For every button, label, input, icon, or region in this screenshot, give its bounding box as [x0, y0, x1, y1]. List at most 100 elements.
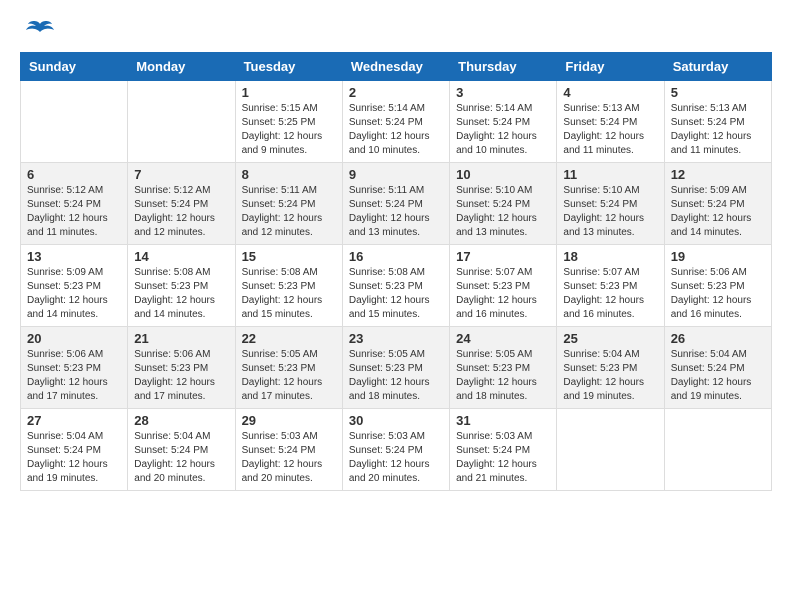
day-info: Sunrise: 5:12 AMSunset: 5:24 PMDaylight:… [27, 184, 121, 240]
calendar-cell: 30 Sunrise: 5:03 AMSunset: 5:24 PMDayligh… [342, 409, 449, 491]
day-number: 11 [563, 167, 657, 182]
day-info: Sunrise: 5:05 AMSunset: 5:23 PMDaylight:… [349, 348, 443, 404]
day-number: 24 [456, 331, 550, 346]
day-info: Sunrise: 5:14 AMSunset: 5:24 PMDaylight:… [349, 102, 443, 158]
day-number: 3 [456, 85, 550, 100]
calendar-cell: 1Sunrise: 5:15 AMSunset: 5:25 PMDaylight… [235, 81, 342, 163]
day-number: 19 [671, 249, 765, 264]
day-number: 13 [27, 249, 121, 264]
calendar-cell: 7Sunrise: 5:12 AMSunset: 5:24 PMDaylight… [128, 163, 235, 245]
day-number: 9 [349, 167, 443, 182]
day-info: Sunrise: 5:13 AMSunset: 5:24 PMDaylight:… [563, 102, 657, 158]
calendar-cell: 12 Sunrise: 5:09 AMSunset: 5:24 PMDayligh… [664, 163, 771, 245]
day-number: 17 [456, 249, 550, 264]
calendar-table: SundayMondayTuesdayWednesdayThursdayFrid… [20, 52, 772, 491]
calendar-cell: 16 Sunrise: 5:08 AMSunset: 5:23 PMDayligh… [342, 245, 449, 327]
day-number: 6 [27, 167, 121, 182]
day-number: 25 [563, 331, 657, 346]
calendar-cell [128, 81, 235, 163]
day-info: Sunrise: 5:13 AMSunset: 5:24 PMDaylight:… [671, 102, 765, 158]
calendar-cell: 29 Sunrise: 5:03 AMSunset: 5:24 PMDayligh… [235, 409, 342, 491]
day-info: Sunrise: 5:04 AMSunset: 5:24 PMDaylight:… [671, 348, 765, 404]
day-info: Sunrise: 5:09 AMSunset: 5:23 PMDaylight:… [27, 266, 121, 322]
day-info: Sunrise: 5:04 AMSunset: 5:24 PMDaylight:… [27, 430, 121, 486]
calendar-header-wednesday: Wednesday [342, 53, 449, 81]
day-info: Sunrise: 5:03 AMSunset: 5:24 PMDaylight:… [242, 430, 336, 486]
day-number: 22 [242, 331, 336, 346]
calendar-cell: 27 Sunrise: 5:04 AMSunset: 5:24 PMDayligh… [21, 409, 128, 491]
calendar-cell: 23 Sunrise: 5:05 AMSunset: 5:23 PMDayligh… [342, 327, 449, 409]
day-info: Sunrise: 5:12 AMSunset: 5:24 PMDaylight:… [134, 184, 228, 240]
calendar-cell: 10 Sunrise: 5:10 AMSunset: 5:24 PMDayligh… [450, 163, 557, 245]
day-number: 5 [671, 85, 765, 100]
calendar-header-tuesday: Tuesday [235, 53, 342, 81]
day-number: 23 [349, 331, 443, 346]
calendar-cell: 20Sunrise: 5:06 AMSunset: 5:23 PMDayligh… [21, 327, 128, 409]
logo-bird-icon [26, 20, 54, 42]
day-number: 21 [134, 331, 228, 346]
day-number: 1 [242, 85, 336, 100]
calendar-cell: 28 Sunrise: 5:04 AMSunset: 5:24 PMDayligh… [128, 409, 235, 491]
day-number: 28 [134, 413, 228, 428]
calendar-cell: 9Sunrise: 5:11 AMSunset: 5:24 PMDaylight… [342, 163, 449, 245]
day-info: Sunrise: 5:06 AMSunset: 5:23 PMDaylight:… [671, 266, 765, 322]
calendar-cell: 15 Sunrise: 5:08 AMSunset: 5:23 PMDayligh… [235, 245, 342, 327]
day-info: Sunrise: 5:05 AMSunset: 5:23 PMDaylight:… [456, 348, 550, 404]
day-info: Sunrise: 5:07 AMSunset: 5:23 PMDaylight:… [563, 266, 657, 322]
calendar-cell: 6 Sunrise: 5:12 AMSunset: 5:24 PMDaylight… [21, 163, 128, 245]
day-info: Sunrise: 5:07 AMSunset: 5:23 PMDaylight:… [456, 266, 550, 322]
day-number: 26 [671, 331, 765, 346]
calendar-cell: 17 Sunrise: 5:07 AMSunset: 5:23 PMDayligh… [450, 245, 557, 327]
day-number: 8 [242, 167, 336, 182]
day-info: Sunrise: 5:08 AMSunset: 5:23 PMDaylight:… [134, 266, 228, 322]
calendar-header-monday: Monday [128, 53, 235, 81]
calendar-cell: 8 Sunrise: 5:11 AMSunset: 5:24 PMDaylight… [235, 163, 342, 245]
page-header [20, 20, 772, 42]
day-number: 31 [456, 413, 550, 428]
day-number: 14 [134, 249, 228, 264]
day-number: 4 [563, 85, 657, 100]
day-info: Sunrise: 5:10 AMSunset: 5:24 PMDaylight:… [456, 184, 550, 240]
calendar-cell [21, 81, 128, 163]
day-info: Sunrise: 5:08 AMSunset: 5:23 PMDaylight:… [349, 266, 443, 322]
calendar-cell: 14 Sunrise: 5:08 AMSunset: 5:23 PMDayligh… [128, 245, 235, 327]
calendar-header-thursday: Thursday [450, 53, 557, 81]
calendar-cell [664, 409, 771, 491]
calendar-cell: 26 Sunrise: 5:04 AMSunset: 5:24 PMDayligh… [664, 327, 771, 409]
day-number: 27 [27, 413, 121, 428]
calendar-cell: 25 Sunrise: 5:04 AMSunset: 5:23 PMDayligh… [557, 327, 664, 409]
calendar-cell: 18 Sunrise: 5:07 AMSunset: 5:23 PMDayligh… [557, 245, 664, 327]
day-info: Sunrise: 5:04 AMSunset: 5:24 PMDaylight:… [134, 430, 228, 486]
calendar-cell: 3Sunrise: 5:14 AMSunset: 5:24 PMDaylight… [450, 81, 557, 163]
calendar-cell: 4 Sunrise: 5:13 AMSunset: 5:24 PMDaylight… [557, 81, 664, 163]
day-info: Sunrise: 5:11 AMSunset: 5:24 PMDaylight:… [242, 184, 336, 240]
calendar-header-friday: Friday [557, 53, 664, 81]
logo [20, 20, 54, 42]
day-info: Sunrise: 5:03 AMSunset: 5:24 PMDaylight:… [349, 430, 443, 486]
day-info: Sunrise: 5:06 AMSunset: 5:23 PMDaylight:… [27, 348, 121, 404]
calendar-cell: 19 Sunrise: 5:06 AMSunset: 5:23 PMDayligh… [664, 245, 771, 327]
calendar-cell: 21 Sunrise: 5:06 AMSunset: 5:23 PMDayligh… [128, 327, 235, 409]
day-number: 12 [671, 167, 765, 182]
day-number: 10 [456, 167, 550, 182]
calendar-cell: 24 Sunrise: 5:05 AMSunset: 5:23 PMDayligh… [450, 327, 557, 409]
day-number: 29 [242, 413, 336, 428]
calendar-header-sunday: Sunday [21, 53, 128, 81]
day-number: 18 [563, 249, 657, 264]
day-info: Sunrise: 5:09 AMSunset: 5:24 PMDaylight:… [671, 184, 765, 240]
day-info: Sunrise: 5:08 AMSunset: 5:23 PMDaylight:… [242, 266, 336, 322]
calendar-cell: 11 Sunrise: 5:10 AMSunset: 5:24 PMDayligh… [557, 163, 664, 245]
day-info: Sunrise: 5:06 AMSunset: 5:23 PMDaylight:… [134, 348, 228, 404]
day-info: Sunrise: 5:04 AMSunset: 5:23 PMDaylight:… [563, 348, 657, 404]
day-number: 15 [242, 249, 336, 264]
calendar-cell: 31 Sunrise: 5:03 AMSunset: 5:24 PMDayligh… [450, 409, 557, 491]
day-number: 16 [349, 249, 443, 264]
day-info: Sunrise: 5:05 AMSunset: 5:23 PMDaylight:… [242, 348, 336, 404]
day-info: Sunrise: 5:10 AMSunset: 5:24 PMDaylight:… [563, 184, 657, 240]
day-number: 30 [349, 413, 443, 428]
calendar-cell [557, 409, 664, 491]
calendar-cell: 5 Sunrise: 5:13 AMSunset: 5:24 PMDaylight… [664, 81, 771, 163]
day-info: Sunrise: 5:03 AMSunset: 5:24 PMDaylight:… [456, 430, 550, 486]
calendar-cell: 22 Sunrise: 5:05 AMSunset: 5:23 PMDayligh… [235, 327, 342, 409]
calendar-header-saturday: Saturday [664, 53, 771, 81]
